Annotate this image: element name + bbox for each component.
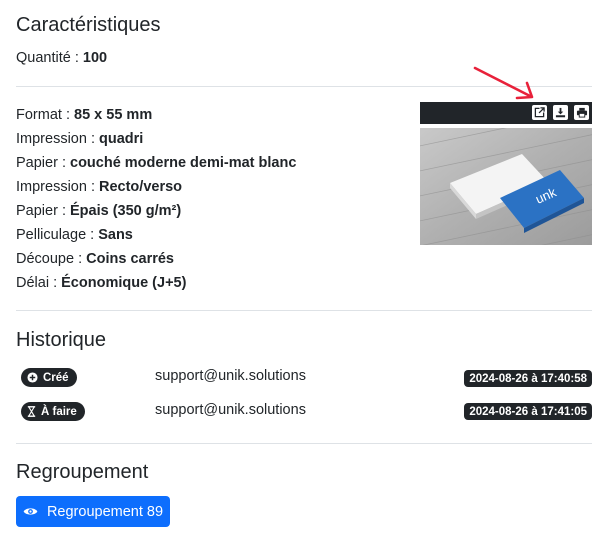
product-preview-image[interactable]: unk (420, 128, 592, 245)
spec-value: couché moderne demi-mat blanc (70, 155, 297, 171)
spec-row-paper: Papier : couché moderne demi-mat blanc (16, 151, 296, 175)
spec-row-format: Format : 85 x 55 mm (16, 103, 152, 127)
history-user: support@unik.solutions (155, 368, 306, 384)
spec-row-cutting: Découpe : Coins carrés (16, 247, 174, 271)
section-title-grouping: Regroupement (16, 461, 149, 483)
spec-value: Recto/verso (99, 179, 183, 195)
section-title-history: Historique (16, 329, 107, 351)
plus-circle-icon (27, 372, 38, 383)
quantity-value: 100 (82, 50, 108, 66)
spec-row-paper-weight: Papier : Épais (350 g/m²) (16, 199, 181, 223)
print-icon (576, 107, 587, 118)
spec-value: Épais (350 g/m²) (70, 203, 182, 219)
spec-label: Découpe : (16, 251, 87, 267)
spec-label: Délai : (16, 275, 62, 291)
history-user: support@unik.solutions (155, 402, 306, 418)
spec-label: Papier : (16, 203, 70, 219)
spec-value: Coins carrés (86, 251, 174, 267)
annotation-arrow-icon (473, 66, 534, 100)
spec-label: Papier : (16, 155, 70, 171)
open-external-icon (534, 107, 545, 118)
history-timestamp: 2024-08-26 à 17:40:58 (464, 370, 592, 387)
quantity-label: Quantité : (16, 50, 83, 66)
print-button[interactable] (574, 105, 589, 120)
spec-row-printing: Impression : quadri (16, 127, 143, 151)
hourglass-icon (27, 406, 36, 417)
spec-value: Économique (J+5) (61, 275, 187, 291)
status-badge-todo: À faire (21, 402, 85, 421)
spec-row-lamination: Pelliculage : Sans (16, 223, 133, 247)
spec-row-sides: Impression : Recto/verso (16, 175, 182, 199)
download-icon (555, 107, 566, 118)
open-external-button[interactable] (532, 105, 547, 120)
history-timestamp: 2024-08-26 à 17:41:05 (464, 403, 592, 420)
section-title-characteristics: Caractéristiques (16, 14, 161, 36)
spec-label: Impression : (16, 131, 99, 147)
grouping-button-label: Regroupement 89 (46, 503, 164, 520)
preview-toolbar (420, 102, 592, 124)
spec-row-delay: Délai : Économique (J+5) (16, 271, 186, 295)
spec-label: Format : (16, 107, 75, 123)
status-badge-label: À faire (41, 405, 77, 418)
eye-icon (23, 506, 38, 517)
grouping-button[interactable]: Regroupement 89 (16, 496, 170, 527)
spec-value: quadri (99, 131, 144, 147)
spec-label: Pelliculage : (16, 227, 99, 243)
spec-value: 85 x 55 mm (74, 107, 153, 123)
status-badge-label: Créé (43, 371, 69, 384)
status-badge-created: Créé (21, 368, 77, 387)
spec-value: Sans (98, 227, 133, 243)
quantity-row: Quantité : 100 (16, 46, 107, 70)
divider (16, 443, 592, 444)
download-button[interactable] (553, 105, 568, 120)
spec-label: Impression : (16, 179, 99, 195)
divider (16, 310, 592, 311)
